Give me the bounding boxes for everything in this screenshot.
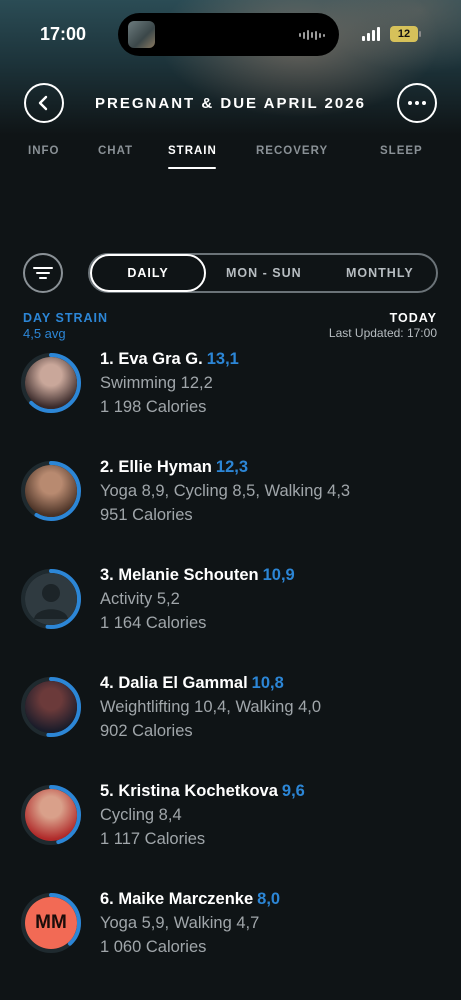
strain-score: 9,6 [281,782,305,800]
leaderboard-row[interactable]: 3. Melanie Schouten 10,9 Activity 5,2 1 1… [0,566,461,668]
period-monthly[interactable]: MONTHLY [346,266,414,280]
filter-button[interactable] [23,253,63,293]
activities: Activity 5,2 [100,590,180,608]
strain-score: 8,0 [257,890,281,908]
person-placeholder-icon [34,584,68,619]
active-tab-indicator [168,167,216,169]
leaderboard-row[interactable]: 1. Eva Gra G. 13,1 Swimming 12,2 1 198 Ca… [0,350,461,452]
member-name: 6. Maike Marczenke [100,890,254,908]
calories: 951 Calories [100,506,193,524]
activities: Swimming 12,2 [100,374,213,392]
more-icon [408,101,426,105]
day-strain-average: 4,5 avg [23,326,66,341]
activities: Yoga 5,9, Walking 4,7 [100,914,260,932]
period-daily[interactable]: DAILY [90,254,206,292]
strain-score: 12,3 [215,458,249,476]
member-name: 3. Melanie Schouten [100,566,259,584]
status-time: 17:00 [40,24,87,44]
calories: 1 198 Calories [100,398,207,416]
now-playing-thumbnail [128,21,155,48]
calories: 902 Calories [100,722,193,740]
leaderboard-row[interactable]: MM 6. Maike Marczenke 8,0 Yoga 5,9, Walki… [0,890,461,992]
signal-icon [362,27,380,41]
tab-info[interactable]: INFO [28,145,59,157]
more-button[interactable] [397,83,437,123]
battery-icon: 12 [390,26,421,42]
activities: Cycling 8,4 [100,806,182,824]
activities: Yoga 8,9, Cycling 8,5, Walking 4,3 [100,482,351,500]
avatar [25,573,77,625]
avatar [25,681,77,733]
leaderboard-row[interactable]: 5. Kristina Kochetkova 9,6 Cycling 8,4 1 … [0,782,461,884]
activities: Weightlifting 10,4, Walking 4,0 [100,698,322,716]
audio-wave-icon [299,30,325,40]
member-name: 4. Dalia El Gammal [100,674,248,692]
tab-sleep[interactable]: SLEEP [380,145,423,157]
calories: 1 060 Calories [100,938,207,956]
period-week[interactable]: MON - SUN [226,266,302,280]
avatar [25,465,77,517]
strain-score: 10,8 [251,674,284,692]
member-name: 1. Eva Gra G. [100,350,203,368]
avatar [25,789,77,841]
strain-score: 10,9 [262,566,295,584]
today-label: TODAY [389,311,437,325]
battery-level: 12 [397,28,411,40]
member-name: 2. Ellie Hyman [100,458,212,476]
period-selector: DAILY MON - SUN MONTHLY [88,253,438,293]
strain-score: 13,1 [206,350,239,368]
leaderboard-row[interactable]: 2. Ellie Hyman 12,3 Yoga 8,9, Cycling 8,5… [0,458,461,560]
day-strain-label: DAY STRAIN [23,311,109,325]
last-updated: Last Updated: 17:00 [328,326,437,340]
leaderboard-row[interactable]: 4. Dalia El Gammal 10,8 Weightlifting 10,… [0,674,461,776]
tab-bar: INFO CHAT STRAIN RECOVERY SLEEP [0,145,461,175]
tab-chat[interactable]: CHAT [98,145,133,157]
tab-strain[interactable]: STRAIN [168,145,217,157]
calories: 1 117 Calories [100,830,206,848]
avatar-initials: MM [35,912,67,933]
avatar [25,357,77,409]
calories: 1 164 Calories [100,614,207,632]
page-title: PREGNANT & DUE APRIL 2026 [95,95,366,112]
filter-icon [33,267,53,279]
avatar: MM [25,897,77,949]
dynamic-island[interactable] [118,13,339,56]
member-name: 5. Kristina Kochetkova [100,782,278,800]
tab-recovery[interactable]: RECOVERY [256,145,328,157]
